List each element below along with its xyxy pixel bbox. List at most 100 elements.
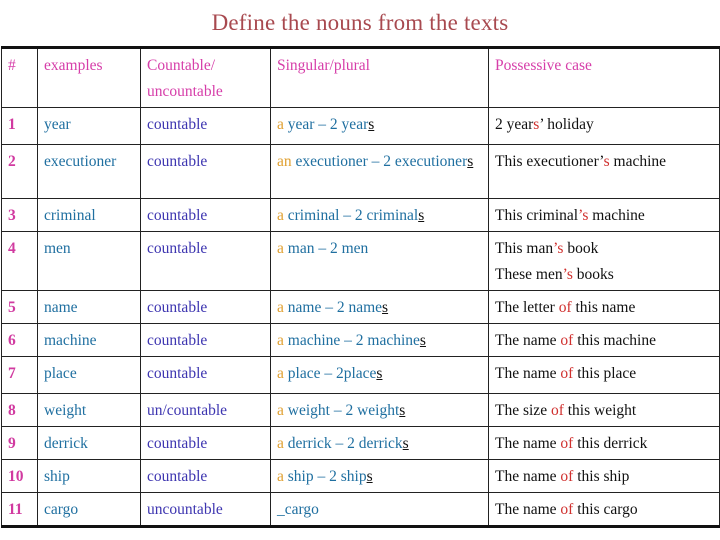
article: an bbox=[277, 153, 292, 170]
possessive-cell: This criminal’s machine bbox=[488, 198, 720, 232]
possessive-line: These men’s books bbox=[495, 262, 713, 288]
table-row: 8 weight un/countable a weight – 2 weights T… bbox=[1, 393, 720, 427]
article: a bbox=[277, 468, 284, 485]
singular-plural-cell: a machine – 2 machines bbox=[270, 323, 489, 357]
possessive-text: this ship bbox=[573, 468, 630, 485]
plural-suffix: s bbox=[402, 435, 409, 452]
countability-cell: countable bbox=[140, 323, 271, 357]
possessive-text: The name bbox=[495, 332, 561, 349]
singular-plural-cell: a name – 2 names bbox=[270, 290, 489, 324]
row-number: 9 bbox=[1, 426, 38, 460]
plural-suffix: s bbox=[368, 116, 375, 133]
countability-cell: countable bbox=[140, 144, 271, 199]
possessive-cell: The letter of this name bbox=[488, 290, 720, 324]
countability-cell: countable bbox=[140, 459, 271, 493]
countability-cell: uncountable bbox=[140, 492, 271, 527]
row-number: 5 bbox=[1, 290, 38, 324]
possessive-text: books bbox=[572, 266, 614, 283]
possessive-marker: of bbox=[560, 435, 574, 452]
table-row: 4 men countable a man – 2 men This man’s boo… bbox=[1, 231, 720, 291]
example-cell: cargo bbox=[37, 492, 141, 527]
singular-plural-text: name – 2 name bbox=[283, 299, 383, 316]
example-cell: year bbox=[37, 107, 141, 145]
possessive-text: This criminal bbox=[495, 207, 579, 224]
possessive-text: The name bbox=[495, 365, 561, 382]
table-header-row: # examples Countable/ uncountable Singul… bbox=[1, 47, 720, 108]
singular-plural-cell: a man – 2 men bbox=[270, 231, 489, 291]
singular-plural-text: _cargo bbox=[277, 501, 319, 518]
possessive-line: This criminal’s machine bbox=[495, 203, 713, 229]
possessive-marker: ’s bbox=[578, 207, 589, 224]
singular-plural-text: derrick – 2 derrick bbox=[283, 435, 403, 452]
plural-suffix: s bbox=[366, 468, 373, 485]
table-row: 2 executioner countable an executioner – 2 … bbox=[1, 144, 720, 199]
example-cell: machine bbox=[37, 323, 141, 357]
article: a bbox=[277, 365, 284, 382]
countability-cell: countable bbox=[140, 356, 271, 394]
article: a bbox=[277, 299, 284, 316]
possessive-line: The size of this weight bbox=[495, 398, 713, 424]
row-number: 2 bbox=[1, 144, 38, 199]
countability-cell: un/countable bbox=[140, 393, 271, 427]
possessive-marker: of bbox=[560, 468, 574, 485]
row-number: 10 bbox=[1, 459, 38, 493]
countability-cell: countable bbox=[140, 107, 271, 145]
example-cell: place bbox=[37, 356, 141, 394]
singular-plural-text: year – 2 year bbox=[283, 116, 369, 133]
article: a bbox=[277, 240, 284, 257]
possessive-line: The name of this derrick bbox=[495, 431, 713, 457]
row-number: 8 bbox=[1, 393, 38, 427]
plural-suffix: s bbox=[467, 153, 474, 170]
possessive-cell: This executioner’s machine bbox=[488, 144, 720, 199]
possessive-text: this derrick bbox=[573, 435, 648, 452]
possessive-cell: The name of this cargo bbox=[488, 492, 720, 527]
possessive-marker: of bbox=[558, 299, 572, 316]
table-row: 11 cargo uncountable _cargo The name of this… bbox=[1, 492, 720, 527]
possessive-text: this machine bbox=[573, 332, 656, 349]
possessive-marker: of bbox=[550, 402, 564, 419]
nouns-table: # examples Countable/ uncountable Singul… bbox=[1, 46, 720, 528]
singular-plural-cell: a derrick – 2 derricks bbox=[270, 426, 489, 460]
possessive-cell: The name of this machine bbox=[488, 323, 720, 357]
singular-plural-text: machine – 2 machine bbox=[283, 332, 420, 349]
example-cell: weight bbox=[37, 393, 141, 427]
singular-plural-cell: an executioner – 2 executioners bbox=[270, 144, 489, 199]
possessive-cell: The name of this ship bbox=[488, 459, 720, 493]
possessive-text: The name bbox=[495, 435, 561, 452]
possessive-text: machine bbox=[609, 153, 667, 170]
row-number: 6 bbox=[1, 323, 38, 357]
singular-plural-text: executioner – 2 executioner bbox=[291, 153, 468, 170]
example-cell: men bbox=[37, 231, 141, 291]
page-title: Define the nouns from the texts bbox=[211, 10, 509, 35]
possessive-line: The name of this cargo bbox=[495, 497, 713, 523]
possessive-text: this place bbox=[573, 365, 637, 382]
possessive-marker: ’s bbox=[562, 266, 573, 283]
countability-cell: countable bbox=[140, 198, 271, 232]
possessive-line: The name of this place bbox=[495, 361, 713, 387]
possessive-marker: ’s bbox=[553, 240, 564, 257]
countability-cell: countable bbox=[140, 231, 271, 291]
singular-plural-text: man – 2 men bbox=[283, 240, 369, 257]
possessive-cell: 2 years’ holiday bbox=[488, 107, 720, 145]
possessive-text: This man bbox=[495, 240, 554, 257]
singular-plural-cell: _cargo bbox=[270, 492, 489, 527]
countability-cell: countable bbox=[140, 426, 271, 460]
possessive-text: book bbox=[563, 240, 599, 257]
article: a bbox=[277, 435, 284, 452]
possessive-cell: This man’s book These men’s books bbox=[488, 231, 720, 291]
possessive-text: The size bbox=[495, 402, 551, 419]
possessive-line: This man’s book bbox=[495, 236, 713, 262]
table-row: 10 ship countable a ship – 2 ships The name … bbox=[1, 459, 720, 493]
example-cell: ship bbox=[37, 459, 141, 493]
plural-suffix: s bbox=[382, 299, 389, 316]
possessive-text: this cargo bbox=[573, 501, 638, 518]
table-row: 1 year countable a year – 2 years 2 years’ h… bbox=[1, 107, 720, 145]
possessive-text: The letter bbox=[495, 299, 559, 316]
possessive-marker: of bbox=[560, 501, 574, 518]
singular-plural-cell: a year – 2 years bbox=[270, 107, 489, 145]
countability-cell: countable bbox=[140, 290, 271, 324]
header-possessive-case: Possessive case bbox=[488, 47, 720, 108]
plural-suffix: s bbox=[399, 402, 406, 419]
possessive-text: This executioner’ bbox=[495, 153, 604, 170]
plural-suffix: s bbox=[419, 332, 426, 349]
